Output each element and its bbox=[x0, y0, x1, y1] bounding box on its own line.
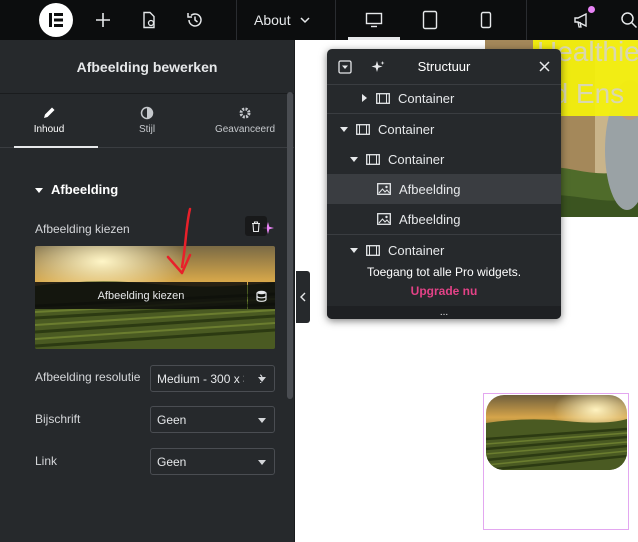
panel-title: Afbeelding bewerken bbox=[0, 40, 294, 94]
choose-image-button[interactable]: Afbeelding kiezen bbox=[35, 282, 247, 309]
mobile-icon[interactable] bbox=[466, 0, 506, 40]
close-icon[interactable] bbox=[539, 61, 550, 72]
trash-icon[interactable] bbox=[245, 216, 267, 236]
tab-style[interactable]: Stijl bbox=[98, 94, 196, 147]
tab-label: Geavanceerd bbox=[214, 124, 276, 135]
structure-item-container[interactable]: Container bbox=[327, 83, 561, 113]
canvas-image[interactable] bbox=[486, 395, 627, 470]
chevron-down-icon bbox=[299, 14, 311, 26]
section-title: Afbeelding bbox=[51, 182, 119, 197]
caret-down-icon bbox=[258, 418, 266, 423]
caret-down-icon bbox=[258, 460, 266, 465]
structure-item-image[interactable]: Afbeelding bbox=[327, 174, 561, 204]
notification-dot bbox=[588, 6, 595, 13]
structure-item-label: Container bbox=[398, 90, 455, 106]
select-value: Medium - 300 x 300 bbox=[157, 371, 264, 386]
tablet-icon[interactable] bbox=[410, 0, 450, 40]
tab-content[interactable]: Inhoud bbox=[0, 94, 98, 148]
select-value: Geen bbox=[157, 412, 187, 427]
pencil-icon bbox=[42, 106, 56, 120]
structure-panel: Structuur Container Container Container … bbox=[327, 49, 561, 319]
resize-handle[interactable]: ... bbox=[327, 306, 561, 319]
pro-promo-text: Toegang tot alle Pro widgets. bbox=[366, 265, 522, 279]
field-label: Bijschrift bbox=[35, 412, 81, 426]
structure-item-container[interactable]: Container bbox=[327, 144, 561, 174]
annotation-arrow-icon bbox=[166, 207, 192, 275]
chevron-left-icon bbox=[300, 292, 306, 302]
panel-scrollbar[interactable] bbox=[287, 92, 293, 399]
field-label: Afbeelding resolutie bbox=[35, 370, 141, 384]
image-icon bbox=[377, 183, 391, 195]
history-icon[interactable] bbox=[178, 0, 212, 40]
elementor-logo-icon[interactable] bbox=[39, 3, 73, 37]
dropdown-toggle-icon[interactable] bbox=[338, 60, 352, 74]
search-icon[interactable] bbox=[612, 0, 638, 40]
select-value: Geen bbox=[157, 454, 187, 469]
top-bar: About bbox=[0, 0, 638, 40]
collapse-panel-button[interactable] bbox=[296, 271, 310, 323]
structure-item-label: Container bbox=[388, 151, 445, 167]
structure-item-label: Container bbox=[388, 242, 445, 258]
caret-down-icon bbox=[35, 186, 43, 194]
structure-header: Structuur bbox=[327, 49, 561, 85]
page-settings-icon[interactable] bbox=[132, 0, 166, 40]
desktop-icon[interactable] bbox=[348, 0, 400, 40]
caption-select[interactable]: Geen bbox=[150, 406, 275, 433]
section-header[interactable]: Afbeelding bbox=[35, 182, 118, 197]
image-icon bbox=[377, 213, 391, 225]
caret-down-icon bbox=[340, 126, 348, 133]
container-icon bbox=[366, 153, 380, 165]
structure-item-label: Afbeelding bbox=[399, 181, 461, 197]
divider bbox=[236, 0, 237, 40]
divider bbox=[526, 0, 527, 40]
caret-down-icon bbox=[350, 156, 358, 163]
plus-icon[interactable] bbox=[86, 0, 120, 40]
tab-advanced[interactable]: Geavanceerd bbox=[196, 94, 294, 147]
choose-image-label: Afbeelding kiezen bbox=[35, 222, 130, 236]
upgrade-link[interactable]: Upgrade nu bbox=[327, 284, 561, 298]
divider bbox=[335, 0, 336, 40]
resolution-select[interactable]: Medium - 300 x 300 bbox=[150, 365, 275, 392]
page-selector[interactable]: About bbox=[254, 0, 311, 40]
field-label: Link bbox=[35, 454, 58, 468]
caret-down-icon bbox=[350, 247, 358, 254]
gear-icon bbox=[238, 106, 252, 120]
container-icon bbox=[356, 123, 370, 135]
structure-title: Structuur bbox=[417, 59, 471, 74]
contrast-icon bbox=[140, 106, 154, 120]
tab-label: Inhoud bbox=[33, 124, 65, 135]
tab-label: Stijl bbox=[138, 124, 156, 135]
link-select[interactable]: Geen bbox=[150, 448, 275, 475]
structure-item-image[interactable]: Afbeelding bbox=[327, 204, 561, 234]
container-icon bbox=[376, 92, 390, 104]
panel-tabs: Inhoud Stijl Geavanceerd bbox=[0, 94, 294, 148]
structure-item-label: Container bbox=[378, 121, 435, 137]
caret-right-icon bbox=[361, 94, 368, 102]
page-label: About bbox=[254, 12, 291, 28]
container-icon bbox=[366, 244, 380, 256]
structure-item-container[interactable]: Container bbox=[327, 114, 561, 144]
structure-item-label: Afbeelding bbox=[399, 211, 461, 227]
ai-sparkle-icon[interactable] bbox=[371, 60, 385, 74]
caret-down-icon bbox=[258, 377, 266, 382]
database-icon[interactable] bbox=[248, 282, 275, 309]
structure-item-container[interactable]: Container bbox=[327, 235, 561, 265]
